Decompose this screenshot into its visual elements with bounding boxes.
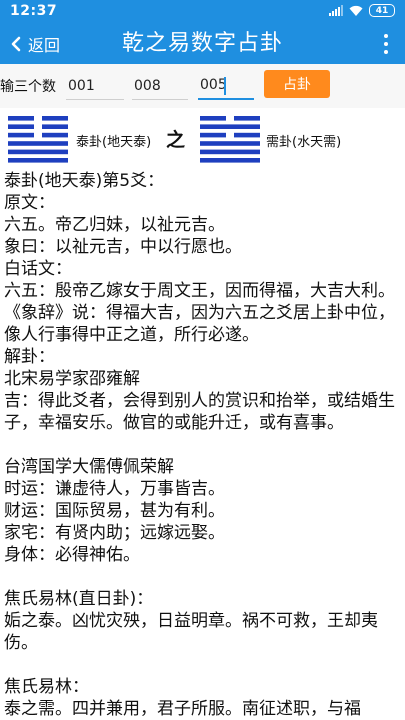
text-line: 六五。帝乙归妹，以祉元吉。 — [4, 215, 225, 235]
number-input-row: 输三个数 — [0, 64, 405, 108]
yin-line-segment — [234, 132, 260, 138]
text-line: 姤之泰。凶忧灾殃，日益明章。祸不可救，王却夷伤。 — [4, 611, 378, 653]
yang-line — [200, 158, 260, 163]
interpretation-text: 泰卦(地天泰)第5爻： 原文： 六五。帝乙归妹，以祉元吉。 象曰：以祉元吉，中以行愿也… — [4, 170, 402, 720]
battery-level: 41 — [375, 5, 389, 16]
primary-hexagram-name: 泰卦(地天泰) — [76, 135, 152, 150]
changed-hexagram-icon — [200, 116, 260, 163]
yin-line-segment — [200, 132, 226, 138]
text-line: 台湾国学大儒傅佩荣解 — [4, 457, 174, 477]
text-line: 北宋易学家邵雍解 — [4, 369, 140, 389]
battery-icon: 41 — [369, 4, 395, 17]
yin-line-segment — [42, 132, 68, 138]
changed-hexagram-name: 需卦(水天需) — [266, 135, 342, 150]
more-options-icon[interactable] — [383, 34, 389, 54]
text-line: 象曰：以祉元吉，中以行愿也。 — [4, 237, 242, 257]
text-line: 《象辞》说：得福大吉，因为六五之爻居上卦中位，像人行事得中正之道，所行必遂。 — [4, 303, 395, 345]
hexagram-connector: 之 — [166, 129, 186, 151]
status-bar: 12:37 41 — [0, 0, 405, 24]
back-button[interactable]: 返回 — [8, 24, 60, 64]
yin-line-segment — [8, 116, 34, 121]
yang-line — [200, 124, 260, 129]
text-line: 焦氏易林(直日卦)： — [4, 589, 154, 609]
text-line: 解卦： — [4, 347, 55, 367]
text-line: 六五：殷帝乙嫁女于周文王，因而得福，大吉大利。 — [4, 281, 395, 301]
text-line: 身体：必得神佑。 — [4, 545, 140, 565]
status-icons: 41 — [329, 4, 395, 17]
yin-line-segment — [42, 116, 68, 121]
back-chevron-icon — [11, 36, 21, 52]
yang-line — [8, 158, 68, 163]
number-input-3[interactable] — [198, 72, 254, 100]
text-line: 白话文： — [4, 259, 72, 279]
yang-line — [8, 141, 68, 146]
yang-line — [8, 149, 68, 155]
text-cursor — [224, 77, 226, 95]
divine-button[interactable]: 占卦 — [264, 70, 330, 98]
status-time: 12:37 — [10, 3, 58, 19]
wifi-icon — [349, 5, 363, 16]
app-bar: 返回 乾之易数字占卦 — [0, 24, 405, 64]
number-input-2[interactable] — [132, 72, 188, 100]
signal-icon — [329, 5, 343, 16]
yang-line — [200, 149, 260, 155]
yin-line-segment — [42, 124, 68, 129]
hexagram-row: 泰卦(地天泰) 之 需卦(水天需) — [0, 108, 405, 166]
yin-line-segment — [234, 116, 260, 121]
yin-line-segment — [200, 116, 226, 121]
yang-line — [200, 141, 260, 146]
back-label: 返回 — [28, 36, 61, 55]
yin-line-segment — [8, 132, 34, 138]
text-line: 家宅：有贤内助；远嫁远娶。 — [4, 523, 225, 543]
text-line: 泰之需。四并兼用，君子所服。南征述职，与福 — [4, 699, 361, 719]
text-line: 时运：谦虚待人，万事皆吉。 — [4, 479, 225, 499]
number-input-1[interactable] — [66, 72, 124, 100]
text-line: 泰卦(地天泰)第5爻： — [4, 171, 165, 191]
page-title: 乾之易数字占卦 — [121, 31, 283, 56]
text-line: 原文： — [4, 193, 55, 213]
text-line: 财运：国际贸易，甚为有利。 — [4, 501, 225, 521]
text-line: 吉：得此爻者，会得到别人的赏识和抬举，或结婚生子，幸福安乐。做官的或能升迁，或有… — [4, 391, 395, 433]
yin-line-segment — [8, 124, 34, 129]
text-line: 焦氏易林： — [4, 677, 89, 697]
input-label: 输三个数 — [0, 79, 56, 95]
primary-hexagram-icon — [8, 116, 68, 163]
